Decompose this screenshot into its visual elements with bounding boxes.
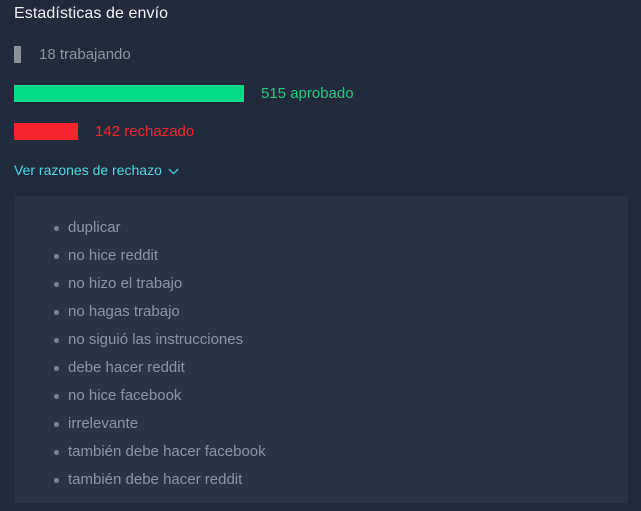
- bullet-icon: [54, 450, 59, 455]
- list-item: no hice reddit: [54, 242, 628, 270]
- stat-label-rejected: 142 rechazado: [95, 123, 195, 140]
- stat-row-working: 18 trabajando: [14, 46, 131, 63]
- list-item: no siguió las instrucciones: [54, 326, 628, 354]
- stat-label-approved: 515 aprobado: [261, 85, 354, 102]
- bullet-icon: [54, 226, 59, 231]
- chevron-down-icon: [168, 166, 179, 177]
- list-item: no hizo el trabajo: [54, 270, 628, 298]
- reason-text: duplicar: [68, 219, 121, 236]
- stat-bar-working: [14, 46, 21, 63]
- list-item: duplicar: [54, 214, 628, 242]
- view-rejection-reasons-label: Ver razones de rechazo: [14, 162, 162, 178]
- rejection-reasons-panel: duplicar no hice reddit no hizo el traba…: [15, 196, 628, 503]
- view-rejection-reasons-toggle[interactable]: Ver razones de rechazo: [14, 161, 179, 179]
- reason-text: también debe hacer reddit: [68, 471, 243, 488]
- reason-text: irrelevante: [68, 415, 139, 432]
- stat-bar-rejected: [14, 123, 78, 140]
- bullet-icon: [54, 422, 59, 427]
- bullet-icon: [54, 394, 59, 399]
- bullet-icon: [54, 282, 59, 287]
- stat-bar-approved: [14, 85, 244, 102]
- page-title: Estadísticas de envío: [14, 5, 169, 22]
- list-item: no hagas trabajo: [54, 298, 628, 326]
- rejection-reasons-list: duplicar no hice reddit no hizo el traba…: [15, 196, 628, 494]
- reason-text: no hice reddit: [68, 247, 159, 264]
- reason-text: no hice facebook: [68, 387, 182, 404]
- stat-label-working: 18 trabajando: [39, 46, 131, 63]
- list-item: también debe hacer reddit: [54, 466, 628, 494]
- bullet-icon: [54, 254, 59, 259]
- list-item: también debe hacer facebook: [54, 438, 628, 466]
- list-item: irrelevante: [54, 410, 628, 438]
- list-item: no hice facebook: [54, 382, 628, 410]
- reason-text: no hizo el trabajo: [68, 275, 183, 292]
- bullet-icon: [54, 338, 59, 343]
- bullet-icon: [54, 310, 59, 315]
- submission-stats-widget: Estadísticas de envío 18 trabajando 515 …: [0, 0, 641, 511]
- reason-text: también debe hacer facebook: [68, 443, 266, 460]
- stat-row-approved: 515 aprobado: [14, 85, 354, 102]
- list-item: debe hacer reddit: [54, 354, 628, 382]
- reason-text: debe hacer reddit: [68, 359, 185, 376]
- bullet-icon: [54, 478, 59, 483]
- reason-text: no siguió las instrucciones: [68, 331, 244, 348]
- stat-row-rejected: 142 rechazado: [14, 123, 194, 140]
- bullet-icon: [54, 366, 59, 371]
- reason-text: no hagas trabajo: [68, 303, 180, 320]
